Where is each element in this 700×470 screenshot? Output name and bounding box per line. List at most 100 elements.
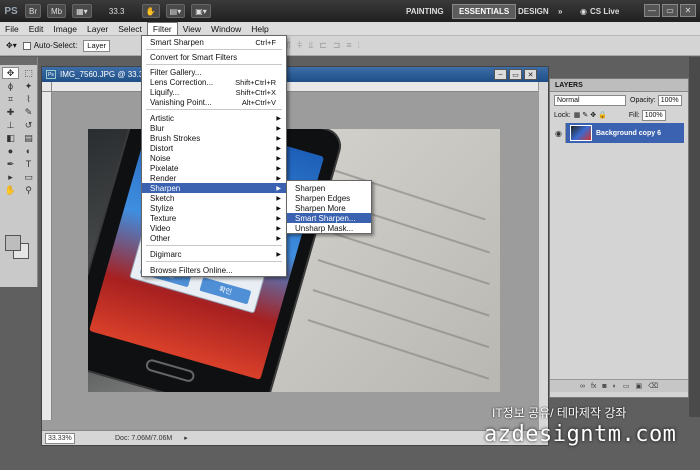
adjustment-layer-icon[interactable]: ◐ [613, 383, 617, 390]
filter-item-distort[interactable]: Distort ▶ [142, 143, 286, 153]
filter-item-noise[interactable]: Noise ▶ [142, 153, 286, 163]
filter-item-smart-sharpen-last[interactable]: Smart Sharpen Ctrl+F [142, 37, 286, 47]
tools-panel-header[interactable] [0, 57, 37, 65]
filter-item-stylize[interactable]: Stylize ▶ [142, 203, 286, 213]
history-brush-icon[interactable]: ↺ [20, 119, 37, 131]
menu-select[interactable]: Select [113, 22, 147, 36]
align-left-icon[interactable]: ⊏ [319, 40, 327, 51]
close-button[interactable]: ✕ [680, 4, 696, 17]
filter-item-digimarc[interactable]: Digimarc ▶ [142, 249, 286, 259]
arrange-documents-button[interactable]: ▤▾ [165, 4, 186, 18]
crop-tool-icon[interactable]: ⌗ [2, 93, 19, 105]
distribute-icon[interactable]: ≡ [346, 40, 351, 51]
sharpen-item-unsharp-mask[interactable]: Unsharp Mask... [287, 223, 371, 233]
auto-select-control[interactable]: Auto-Select: [22, 41, 77, 50]
dodge-tool-icon[interactable]: ◐ [20, 145, 37, 157]
magic-wand-tool-icon[interactable]: ✦ [20, 80, 37, 92]
screen-mode-button[interactable]: ▣▾ [191, 4, 211, 18]
filter-item-texture[interactable]: Texture ▶ [142, 213, 286, 223]
vertical-scrollbar[interactable] [538, 82, 548, 430]
brush-tool-icon[interactable]: ✎ [20, 106, 37, 118]
filter-item-other[interactable]: Other ▶ [142, 233, 286, 243]
bridge-button[interactable]: Br [25, 4, 41, 18]
link-layers-icon[interactable]: ∞ [580, 383, 585, 390]
restore-button[interactable]: ▭ [662, 4, 678, 17]
filter-item-sharpen[interactable]: Sharpen ▶ [142, 183, 286, 193]
shape-tool-icon[interactable]: ▭ [20, 171, 37, 183]
vertical-ruler[interactable] [42, 92, 52, 420]
align-middle-icon[interactable]: ⫩ [297, 40, 302, 51]
pen-tool-icon[interactable]: ✒ [2, 158, 19, 170]
blend-mode-dropdown[interactable]: Normal [554, 94, 626, 106]
sharpen-item-sharpen-more[interactable]: Sharpen More [287, 203, 371, 213]
new-group-icon[interactable]: ▭ [623, 382, 630, 390]
auto-select-dropdown[interactable]: Layer [83, 39, 111, 52]
new-layer-icon[interactable]: ▣ [636, 382, 643, 390]
panel-dock[interactable] [689, 57, 700, 417]
filter-item-vanishing-point[interactable]: Vanishing Point... Alt+Ctrl+V [142, 97, 286, 107]
align-center-icon[interactable]: ⊐ [333, 40, 341, 51]
workspace-essentials[interactable]: ESSENTIALS [452, 4, 517, 19]
lock-all-icon[interactable]: 🔒 [598, 111, 607, 119]
foreground-color-swatch[interactable] [5, 235, 21, 251]
fill-field[interactable]: 100% [641, 109, 666, 121]
doc-minimize-button[interactable]: – [494, 69, 507, 80]
stamp-tool-icon[interactable]: ⊥ [2, 119, 19, 131]
auto-select-checkbox[interactable] [22, 41, 31, 50]
filter-item-video[interactable]: Video ▶ [142, 223, 286, 233]
filter-item-pixelate[interactable]: Pixelate ▶ [142, 163, 286, 173]
type-tool-icon[interactable]: T [20, 158, 37, 170]
move-tool-preset[interactable]: ✥ ▾ [6, 41, 17, 50]
view-extras-button[interactable]: ▦▾ [72, 4, 92, 18]
filter-item-lens-correction[interactable]: Lens Correction... Shift+Ctrl+R [142, 77, 286, 87]
distribute-h-icon[interactable]: ⦙ [358, 40, 360, 51]
menu-edit[interactable]: Edit [24, 22, 49, 36]
sharpen-item-sharpen-edges[interactable]: Sharpen Edges [287, 193, 371, 203]
menu-image[interactable]: Image [48, 22, 82, 36]
cs-live-button[interactable]: ◉ CS Live [574, 4, 625, 19]
filter-item-artistic[interactable]: Artistic ▶ [142, 113, 286, 123]
layers-tab[interactable]: LAYERS [550, 79, 688, 92]
menu-file[interactable]: File [0, 22, 24, 36]
move-tool-icon[interactable]: ✥ [2, 67, 19, 79]
sharpen-item-sharpen[interactable]: Sharpen [287, 183, 371, 193]
filter-item-render[interactable]: Render ▶ [142, 173, 286, 183]
lasso-tool-icon[interactable]: ϕ [2, 80, 19, 92]
doc-restore-button[interactable]: ▭ [509, 69, 522, 80]
gradient-tool-icon[interactable]: ▤ [20, 132, 37, 144]
menu-view[interactable]: View [178, 22, 206, 36]
layer-row[interactable]: ◉ Background copy 6 [552, 123, 684, 143]
filter-item-blur[interactable]: Blur ▶ [142, 123, 286, 133]
hand-tool-button[interactable]: ✋ [141, 4, 160, 18]
opacity-field[interactable]: 100% [657, 94, 682, 106]
zoom-tool-icon[interactable]: ⚲ [20, 184, 37, 196]
align-bottom-icon[interactable]: ⫫ [308, 40, 313, 51]
hand-tool-icon[interactable]: ✋ [2, 184, 19, 196]
layer-mask-icon[interactable]: ◙ [602, 383, 606, 390]
ruler-origin[interactable] [42, 82, 52, 92]
lock-transparent-icon[interactable]: ▦ [574, 111, 581, 119]
workspace-design[interactable]: DESIGN [512, 4, 555, 19]
delete-layer-icon[interactable]: ⌫ [648, 382, 658, 390]
menu-filter[interactable]: Filter [146, 21, 178, 36]
blur-tool-icon[interactable]: ● [2, 145, 19, 157]
filter-item-sketch[interactable]: Sketch ▶ [142, 193, 286, 203]
lock-image-icon[interactable]: ✎ [582, 111, 588, 119]
filter-item-liquify[interactable]: Liquify... Shift+Ctrl+X [142, 87, 286, 97]
doc-size-info[interactable]: Doc: 7.06M/7.06M [115, 435, 172, 442]
eraser-tool-icon[interactable]: ◧ [2, 132, 19, 144]
doc-close-button[interactable]: ✕ [524, 69, 537, 80]
filter-item-gallery[interactable]: Filter Gallery... [142, 67, 286, 77]
status-zoom-field[interactable]: 33.33% [45, 432, 75, 444]
sharpen-item-smart-sharpen[interactable]: Smart Sharpen... [287, 213, 371, 223]
document-title-bar[interactable]: IMG_7560.JPG @ 33.3% [42, 67, 548, 82]
minibridge-button[interactable]: Mb [47, 4, 67, 18]
marquee-tool-icon[interactable]: ⬚ [20, 67, 37, 79]
path-select-tool-icon[interactable]: ▸ [2, 171, 19, 183]
horizontal-ruler[interactable] [52, 82, 538, 92]
menu-help[interactable]: Help [246, 22, 273, 36]
filter-item-brush-strokes[interactable]: Brush Strokes ▶ [142, 133, 286, 143]
filter-item-convert-smart[interactable]: Convert for Smart Filters [142, 52, 286, 62]
status-arrow-icon[interactable]: ▸ [184, 434, 188, 442]
healing-brush-icon[interactable]: ✚ [2, 106, 19, 118]
